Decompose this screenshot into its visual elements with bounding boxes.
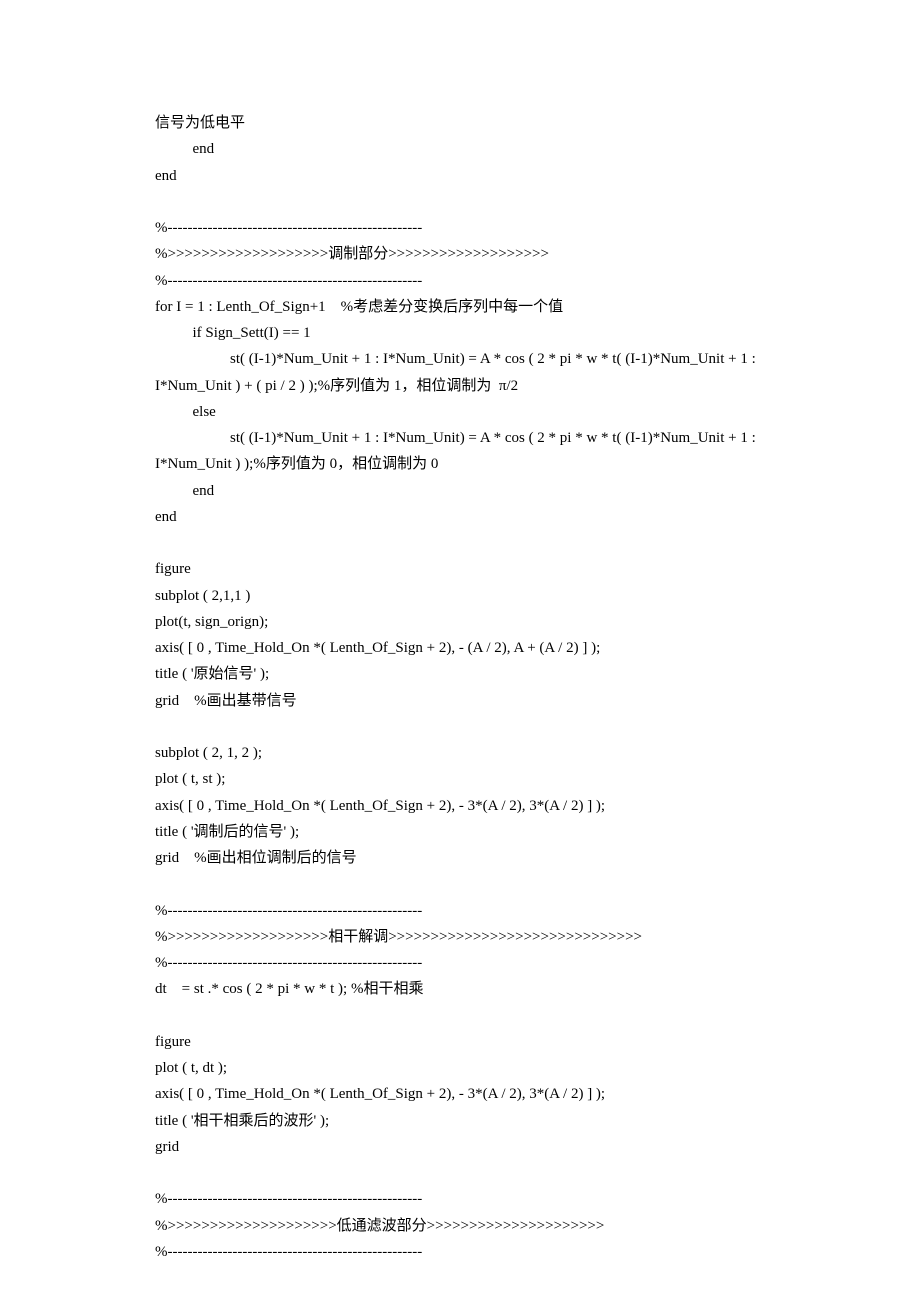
code-line: title ( '相干相乘后的波形' );	[155, 1108, 765, 1134]
code-line: end	[155, 163, 765, 189]
code-line: end	[155, 478, 765, 504]
code-line: end	[155, 136, 765, 162]
code-line: plot ( t, dt );	[155, 1055, 765, 1081]
code-line: I*Num_Unit ) + ( pi / 2 ) );%序列值为 1，相位调制…	[155, 373, 765, 399]
code-line: axis( [ 0 , Time_Hold_On *( Lenth_Of_Sig…	[155, 1081, 765, 1107]
blank-line	[155, 871, 765, 897]
code-line: %---------------------------------------…	[155, 1239, 765, 1265]
code-line: if Sign_Sett(I) == 1	[155, 320, 765, 346]
blank-line	[155, 530, 765, 556]
code-line: 信号为低电平	[155, 110, 765, 136]
code-line: plot ( t, st );	[155, 766, 765, 792]
code-line: st( (I-1)*Num_Unit + 1 : I*Num_Unit) = A…	[155, 425, 765, 451]
code-document: 信号为低电平endend%---------------------------…	[155, 110, 765, 1265]
code-line: %>>>>>>>>>>>>>>>>>>>调制部分>>>>>>>>>>>>>>>>…	[155, 241, 765, 267]
code-line: subplot ( 2, 1, 2 );	[155, 740, 765, 766]
code-line: I*Num_Unit ) );%序列值为 0，相位调制为 0	[155, 451, 765, 477]
code-line: else	[155, 399, 765, 425]
code-line: title ( '调制后的信号' );	[155, 819, 765, 845]
code-line: grid %画出相位调制后的信号	[155, 845, 765, 871]
code-line: subplot ( 2,1,1 )	[155, 583, 765, 609]
code-line: %---------------------------------------…	[155, 1186, 765, 1212]
blank-line	[155, 714, 765, 740]
code-line: grid %画出基带信号	[155, 688, 765, 714]
code-line: %>>>>>>>>>>>>>>>>>>>>低通滤波部分>>>>>>>>>>>>>…	[155, 1213, 765, 1239]
blank-line	[155, 189, 765, 215]
code-line: grid	[155, 1134, 765, 1160]
code-line: dt = st .* cos ( 2 * pi * w * t ); %相干相乘	[155, 976, 765, 1002]
code-line: %---------------------------------------…	[155, 215, 765, 241]
code-line: title ( '原始信号' );	[155, 661, 765, 687]
blank-line	[155, 1003, 765, 1029]
code-line: end	[155, 504, 765, 530]
code-line: figure	[155, 1029, 765, 1055]
code-line: plot(t, sign_orign);	[155, 609, 765, 635]
code-line: axis( [ 0 , Time_Hold_On *( Lenth_Of_Sig…	[155, 793, 765, 819]
code-line: axis( [ 0 , Time_Hold_On *( Lenth_Of_Sig…	[155, 635, 765, 661]
blank-line	[155, 1160, 765, 1186]
code-line: for I = 1 : Lenth_Of_Sign+1 %考虑差分变换后序列中每…	[155, 294, 765, 320]
code-line: figure	[155, 556, 765, 582]
code-line: %>>>>>>>>>>>>>>>>>>>相干解调>>>>>>>>>>>>>>>>…	[155, 924, 765, 950]
code-line: %---------------------------------------…	[155, 898, 765, 924]
code-line: %---------------------------------------…	[155, 268, 765, 294]
code-line: %---------------------------------------…	[155, 950, 765, 976]
code-line: st( (I-1)*Num_Unit + 1 : I*Num_Unit) = A…	[155, 346, 765, 372]
